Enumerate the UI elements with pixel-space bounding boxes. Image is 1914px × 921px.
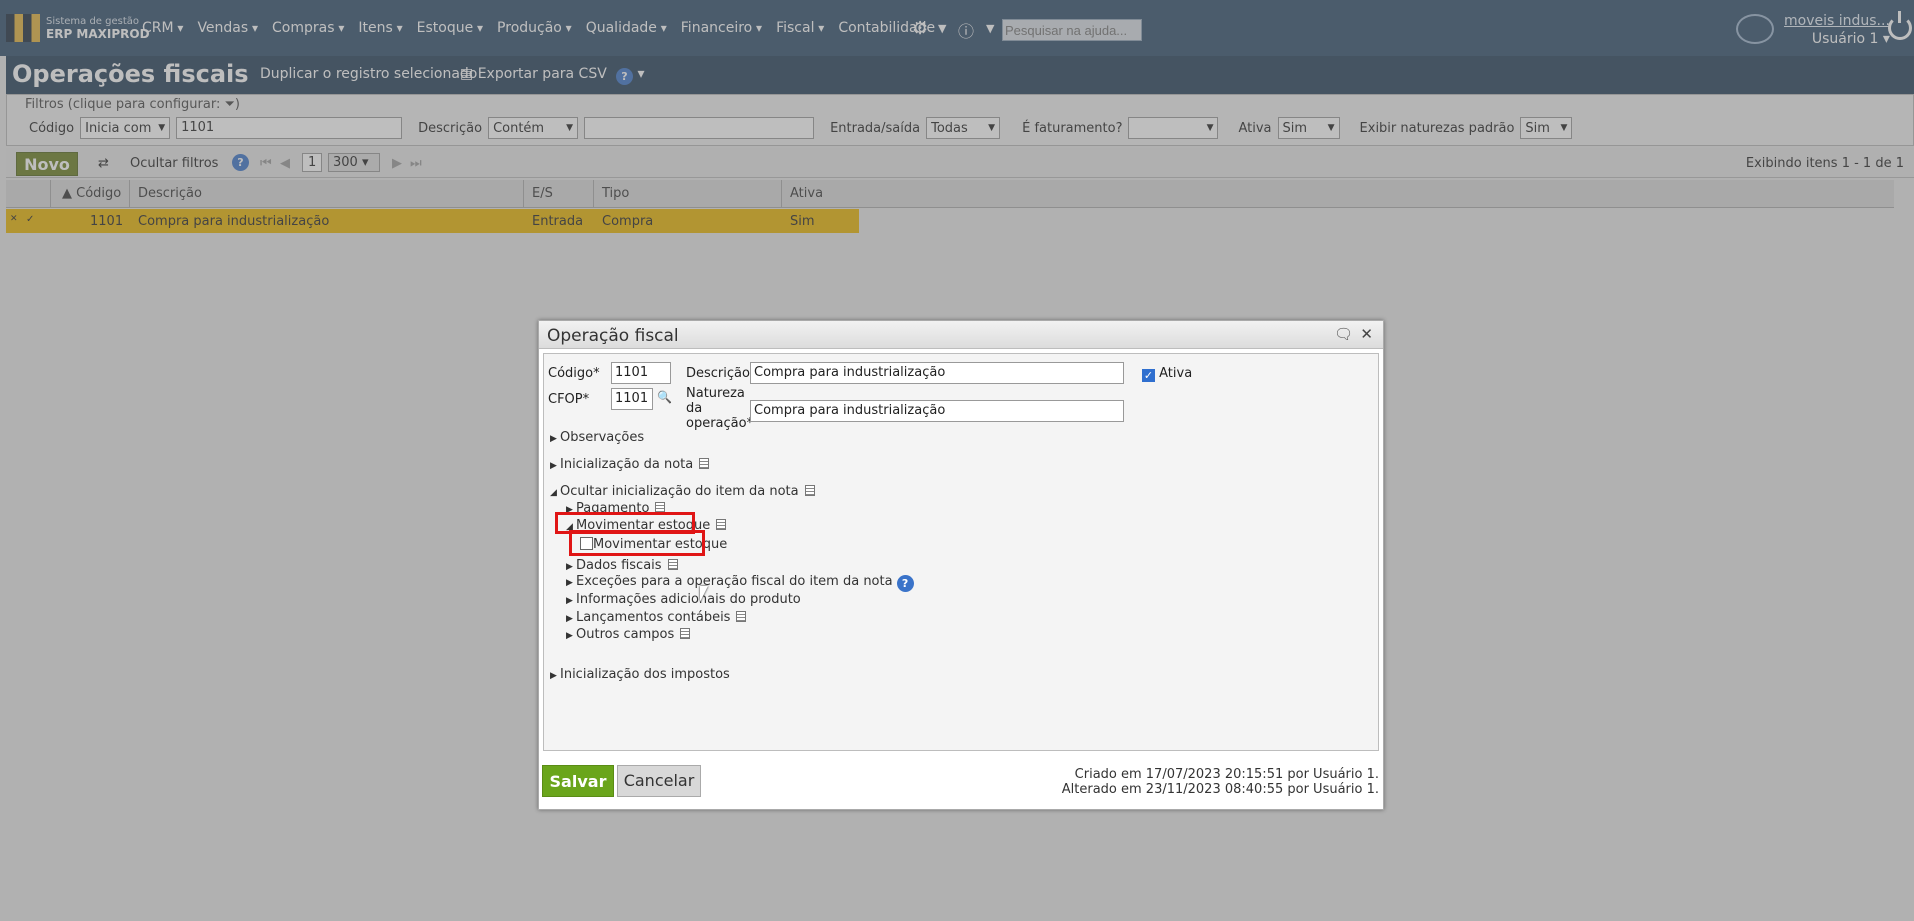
comment-icon[interactable]: 🗨 bbox=[1334, 325, 1353, 343]
caret-right-icon: ▶ bbox=[550, 434, 557, 444]
caret-right-icon: ▶ bbox=[566, 562, 573, 572]
checkmark-icon: ✓ bbox=[1142, 369, 1155, 382]
descricao-label: Descrição* bbox=[686, 366, 757, 381]
caret-right-icon: ▶ bbox=[550, 671, 557, 681]
section-ocultar-item[interactable]: ◢ Ocultar inicialização do item da nota bbox=[550, 484, 815, 499]
dialog-header: Operação fiscal 🗨 ✕ bbox=[539, 321, 1383, 349]
document-icon[interactable] bbox=[736, 611, 747, 622]
save-button[interactable]: Salvar bbox=[542, 765, 614, 797]
cfop-search-icon[interactable]: 🔍 bbox=[657, 390, 672, 404]
caret-right-icon: ▶ bbox=[566, 631, 573, 641]
cfop-input[interactable]: 1101 bbox=[611, 388, 653, 410]
created-info: Criado em 17/07/2023 20:15:51 por Usuári… bbox=[1074, 767, 1379, 782]
audit-info: Criado em 17/07/2023 20:15:51 por Usuári… bbox=[1062, 767, 1379, 797]
document-icon[interactable] bbox=[699, 458, 710, 469]
document-icon[interactable] bbox=[667, 559, 678, 570]
operacao-fiscal-dialog: Operação fiscal 🗨 ✕ Código* 1101 Descriç… bbox=[538, 320, 1384, 810]
caret-right-icon: ▶ bbox=[566, 578, 573, 588]
document-icon[interactable] bbox=[804, 485, 815, 496]
caret-right-icon: ▶ bbox=[566, 614, 573, 624]
natureza-label: Natureza da operação* bbox=[686, 386, 754, 431]
updated-info: Alterado em 23/11/2023 08:40:55 por Usuá… bbox=[1061, 782, 1379, 797]
section-lancamentos[interactable]: ▶ Lançamentos contábeis bbox=[566, 610, 747, 625]
dialog-title: Operação fiscal bbox=[547, 326, 679, 346]
cfop-label: CFOP* bbox=[548, 392, 590, 407]
highlight-movimentar-checkbox bbox=[569, 530, 705, 556]
section-inicializacao-nota[interactable]: ▶ Inicialização da nota bbox=[550, 457, 710, 472]
section-info-adicionais[interactable]: ▶ Informações adicionais do produto bbox=[566, 592, 801, 607]
section-observacoes[interactable]: ▶ Observações bbox=[550, 430, 644, 445]
natureza-input[interactable]: Compra para industrialização bbox=[750, 400, 1124, 422]
section-dados-fiscais[interactable]: ▶ Dados fiscais bbox=[566, 558, 678, 573]
section-excecoes[interactable]: ▶ Exceções para a operação fiscal do item… bbox=[566, 574, 914, 592]
section-impostos[interactable]: ▶ Inicialização dos impostos bbox=[550, 667, 730, 682]
cancel-button[interactable]: Cancelar bbox=[617, 765, 701, 797]
codigo-input[interactable]: 1101 bbox=[611, 362, 671, 384]
caret-right-icon: ▶ bbox=[566, 596, 573, 606]
help-icon[interactable]: ? bbox=[896, 575, 914, 592]
mouse-cursor-icon bbox=[700, 586, 716, 602]
caret-right-icon: ▶ bbox=[550, 461, 557, 471]
ativa-checkbox[interactable]: ✓ Ativa bbox=[1142, 366, 1192, 382]
section-outros-campos[interactable]: ▶ Outros campos bbox=[566, 627, 691, 642]
codigo-label: Código* bbox=[548, 366, 600, 381]
document-icon[interactable] bbox=[716, 519, 727, 530]
document-icon[interactable] bbox=[680, 628, 691, 639]
dialog-body: Código* 1101 Descrição* Compra para indu… bbox=[543, 353, 1379, 751]
close-icon[interactable]: ✕ bbox=[1360, 325, 1373, 343]
caret-down-icon: ◢ bbox=[550, 488, 557, 498]
descricao-input[interactable]: Compra para industrialização bbox=[750, 362, 1124, 384]
